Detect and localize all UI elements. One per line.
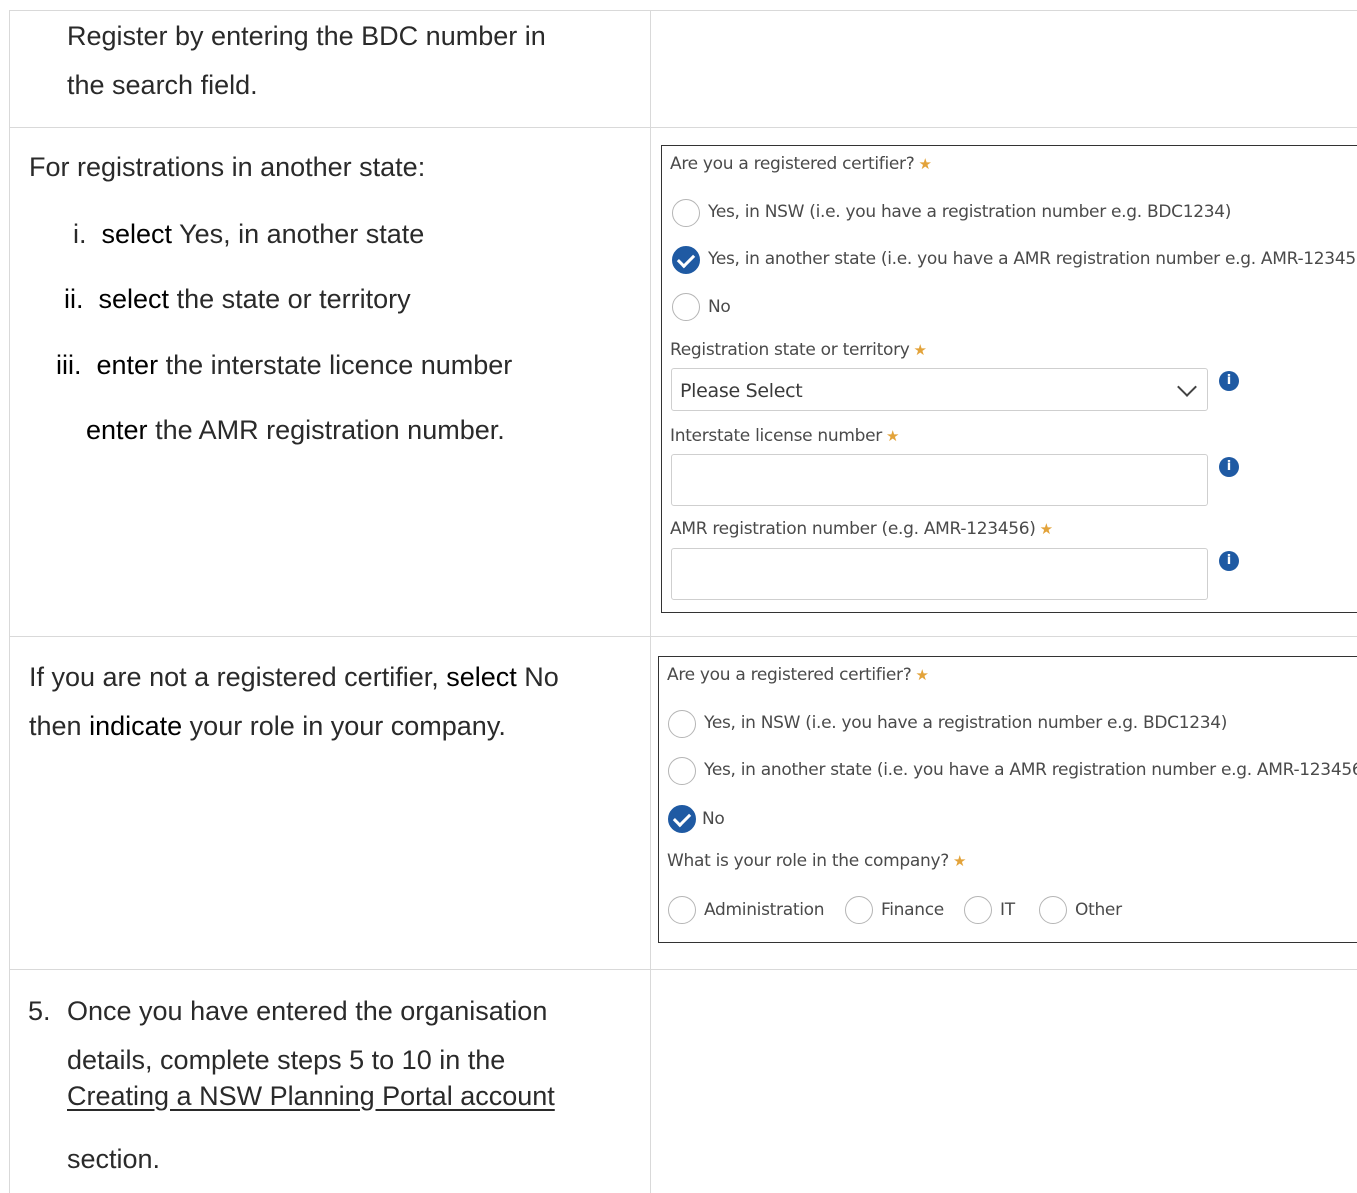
required-star: ★ (952, 852, 967, 870)
row2-item-3: iii. enter the interstate licence number (56, 352, 512, 379)
option-nsw-label: Yes, in NSW (i.e. you have a registratio… (708, 202, 1232, 222)
radio-role-administration[interactable] (668, 896, 696, 924)
item-verb: enter (96, 350, 159, 380)
radio-nsw[interactable] (668, 710, 696, 738)
info-icon[interactable]: i (1219, 371, 1239, 391)
role-other-label: Other (1075, 900, 1122, 920)
table-left-border (9, 10, 10, 1193)
certifier-form-screenshot-2: Are you a registered certifier? ★ Yes, in… (658, 656, 1357, 943)
role-administration-label: Administration (704, 900, 825, 920)
amr-registration-input[interactable] (671, 548, 1208, 600)
row4-line1: Once you have entered the organisation (67, 996, 548, 1026)
licence-label: Interstate license number ★ (670, 426, 900, 446)
item-verb: select (101, 219, 173, 249)
row2-heading: For registrations in another state: (29, 152, 426, 182)
creating-account-link[interactable]: Creating a NSW Planning Portal account (67, 1081, 555, 1111)
step-number: 5. (28, 996, 51, 1026)
role-it-label: IT (1000, 900, 1015, 920)
verb-indicate: indicate (89, 711, 183, 741)
certifier-question: Are you a registered certifier? ★ (667, 665, 929, 685)
row4-line3: Creating a NSW Planning Portal account (67, 1083, 555, 1110)
required-star: ★ (913, 341, 927, 359)
verb-select: select (446, 662, 517, 692)
certifier-form-screenshot-1: Are you a registered certifier? ★ Yes, in… (661, 145, 1357, 613)
required-star: ★ (918, 155, 932, 173)
radio-role-other[interactable] (1039, 896, 1067, 924)
radio-no[interactable] (668, 805, 696, 833)
radio-nsw[interactable] (672, 199, 700, 227)
interstate-licence-input[interactable] (671, 454, 1208, 506)
column-divider (650, 10, 651, 1193)
radio-another-state[interactable] (672, 246, 700, 274)
radio-another-state[interactable] (668, 757, 696, 785)
row4-line2: details, complete steps 5 to 10 in the (67, 1045, 506, 1075)
row-divider-2 (9, 636, 1357, 637)
certifier-question: Are you a registered certifier? ★ (670, 154, 932, 174)
option-another-state-label: Yes, in another state (i.e. you have a A… (708, 249, 1357, 269)
row-divider-1 (9, 127, 1357, 128)
item-number: iii. (56, 350, 82, 380)
state-select-value: Please Select (680, 380, 803, 402)
info-icon[interactable]: i (1219, 551, 1239, 571)
option-nsw-label: Yes, in NSW (i.e. you have a registratio… (704, 713, 1228, 733)
item-number: i. (73, 219, 87, 249)
radio-role-it[interactable] (964, 896, 992, 924)
row4-line4: section. (67, 1144, 161, 1174)
item-text: the AMR registration number. (155, 415, 505, 445)
item-text: the interstate licence number (165, 350, 513, 380)
row3-line1: If you are not a registered certifier, s… (29, 662, 559, 692)
radio-role-finance[interactable] (845, 896, 873, 924)
option-no-label: No (708, 297, 731, 317)
chevron-down-icon (1177, 377, 1197, 397)
radio-no[interactable] (672, 293, 700, 321)
row3-line2: then indicate your role in your company. (29, 711, 506, 741)
row1-line2: the search field. (67, 70, 258, 100)
required-star: ★ (1039, 520, 1053, 538)
role-label: What is your role in the company? ★ (667, 851, 967, 871)
item-text: Yes, in another state (179, 219, 425, 249)
state-select[interactable]: Please Select (671, 368, 1208, 411)
row2-item-1: i. select Yes, in another state (73, 221, 424, 248)
row2-item-2: ii. select the state or territory (64, 286, 411, 313)
item-verb: enter (86, 415, 148, 445)
option-no-label: No (702, 809, 725, 829)
required-star: ★ (885, 427, 900, 445)
role-finance-label: Finance (881, 900, 944, 920)
item-verb: select (98, 284, 170, 314)
row-divider-3 (9, 969, 1357, 970)
item-text: the state or territory (176, 284, 411, 314)
info-icon[interactable]: i (1219, 457, 1239, 477)
item-number: ii. (64, 284, 84, 314)
row1-line1: Register by entering the BDC number in (67, 21, 546, 51)
row2-last: enter the AMR registration number. (86, 417, 505, 444)
option-another-state-label: Yes, in another state (i.e. you have a A… (704, 760, 1357, 780)
required-star: ★ (915, 666, 929, 684)
amr-label: AMR registration number (e.g. AMR-123456… (670, 519, 1053, 539)
state-label: Registration state or territory ★ (670, 340, 927, 360)
table-top-border (9, 10, 1357, 11)
